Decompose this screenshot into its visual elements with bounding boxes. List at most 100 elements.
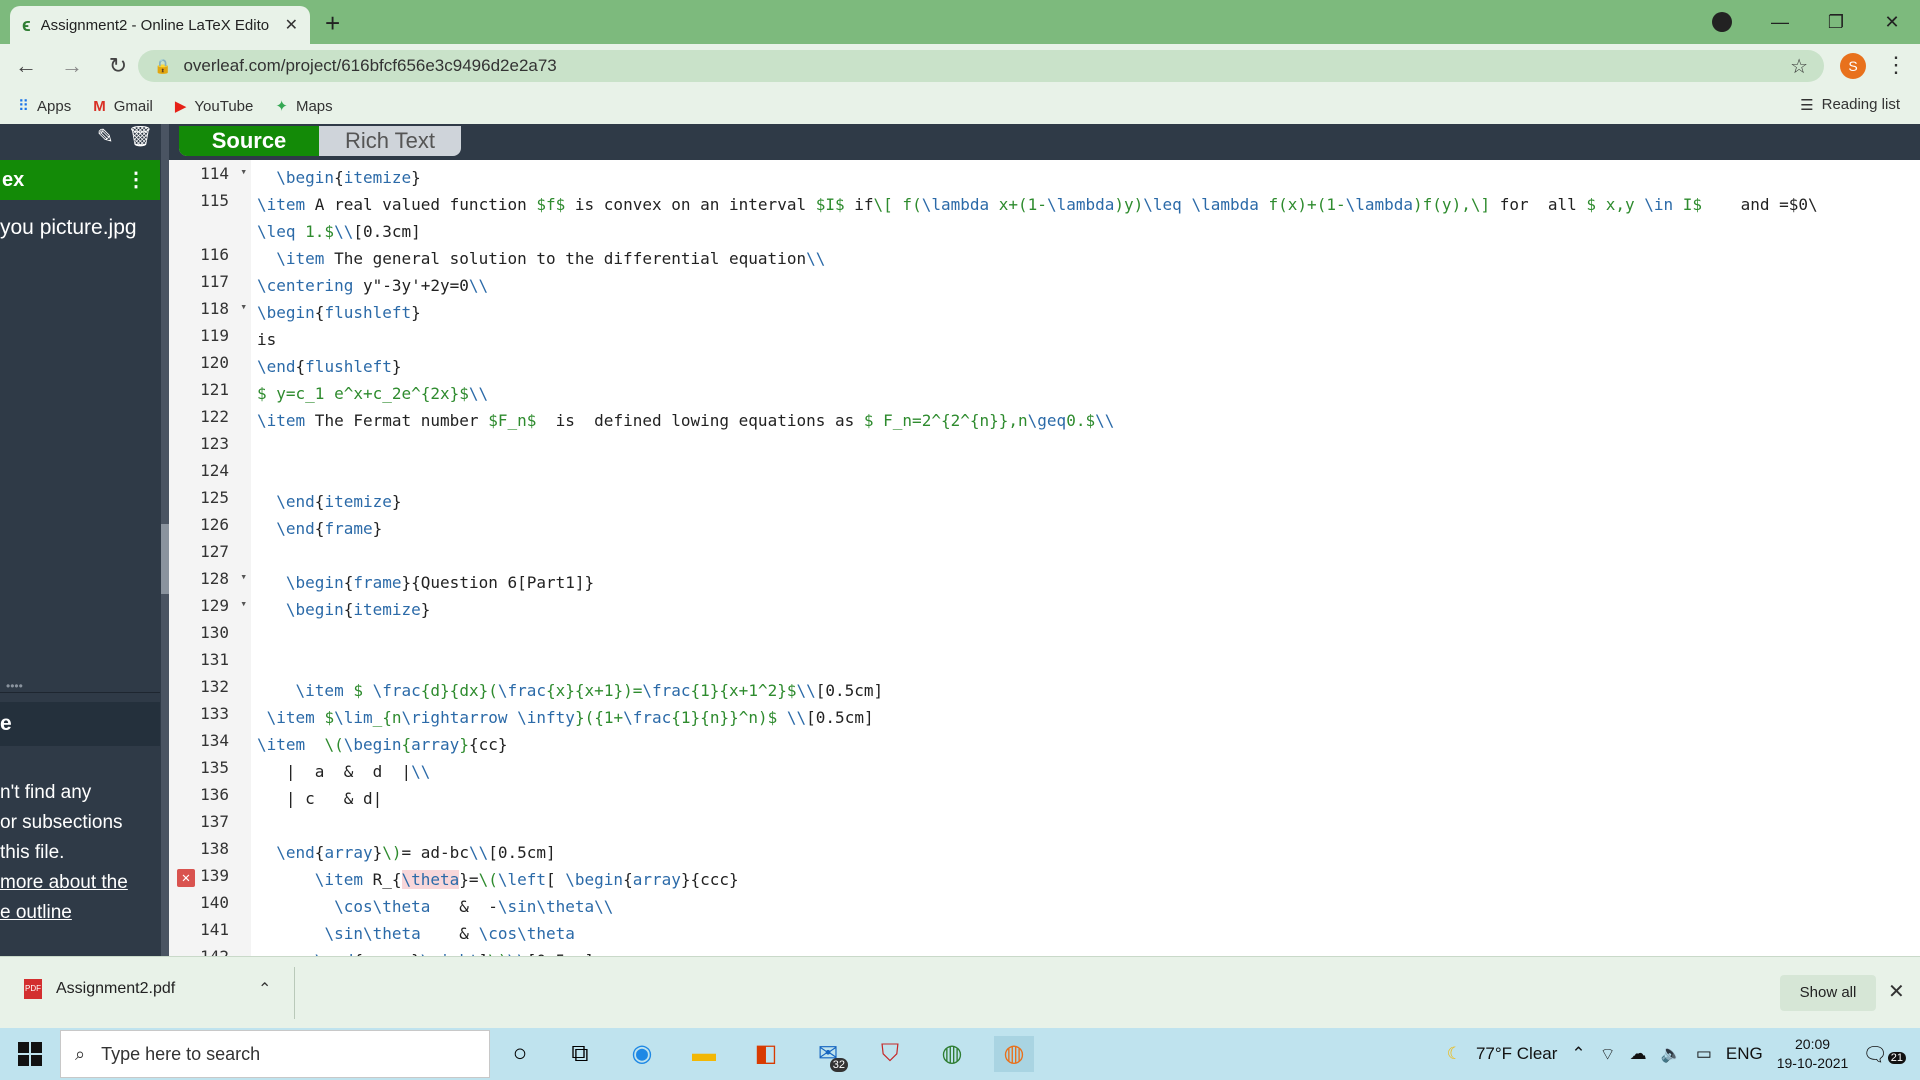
cloud-icon[interactable]: ☁ [1630,1044,1647,1064]
reload-icon[interactable]: ↻ [98,53,138,79]
sidebar-divider[interactable]: •••• [0,679,160,698]
code-line[interactable]: \item R_{\theta}=\(\left[ \begin{array}{… [257,866,739,893]
close-tab-icon[interactable]: ✕ [285,15,298,35]
taskbar-search-box[interactable]: ⌕ Type here to search [60,1030,490,1078]
code-line[interactable]: \sin\theta & \cos\theta [257,920,574,947]
forward-icon[interactable]: → [52,53,92,79]
reading-list-button[interactable]: ☰ Reading list [1800,96,1900,114]
fold-arrow-icon[interactable]: ▾ [240,300,247,313]
battery-icon[interactable]: ▭ [1696,1044,1712,1064]
outline-learn-link[interactable]: e outline [0,898,128,928]
restore-icon[interactable]: ❐ [1808,12,1864,33]
source-mode-button[interactable]: Source [179,126,319,156]
close-download-bar-icon[interactable]: ✕ [1888,979,1905,1004]
chrome-profile-icon[interactable]: ◍ [994,1036,1034,1072]
code-line[interactable]: \begin{frame}{Question 6[Part1]} [257,569,594,596]
bookmark-apps[interactable]: ⠿ Apps [18,97,71,116]
code-line[interactable]: \item The general solution to the differ… [257,245,825,272]
code-line[interactable]: | a & d |\\ [257,758,431,785]
line-number-text: 123 [200,434,229,453]
code-line[interactable]: \item The Fermat number $F_n$ is defined… [257,407,1114,434]
line-number-text: 116 [200,245,229,264]
code-line[interactable]: $ y=c_1 e^x+c_2e^{2x}$\\ [257,380,488,407]
code-line[interactable]: \begin{itemize} [257,596,431,623]
download-item[interactable]: PDF Assignment2.pdf [24,979,175,999]
delete-trash-icon[interactable]: 🗑 [128,124,153,152]
office-icon[interactable]: ◧ [746,1036,786,1072]
chrome-icon[interactable]: ◍ [932,1036,972,1072]
profile-avatar[interactable]: S [1840,53,1866,79]
code-line[interactable]: \end{array}\)= ad-bc\\[0.5cm] [257,839,555,866]
chevron-up-icon[interactable]: ⌃ [1571,1044,1585,1064]
sidebar-splitter[interactable] [161,124,169,956]
bookmark-label: Gmail [113,97,153,115]
code-editor[interactable]: \begin{itemize} \item A real valued funct… [251,160,1920,956]
browser-tab[interactable]: ϵ Assignment2 - Online LaTeX Edito ✕ [10,6,310,44]
outline-header[interactable]: e [0,702,160,746]
apps-grid-icon: ⠿ [18,98,29,115]
fold-arrow-icon[interactable]: ▾ [240,165,247,178]
code-line[interactable]: \end{frame} [257,515,382,542]
error-marker-icon[interactable]: ✕ [177,869,195,887]
outline-learn-link[interactable]: more about the [0,868,128,898]
bookmark-star-icon[interactable]: ☆ [1790,54,1808,79]
chevron-up-icon[interactable]: ⌃ [258,979,271,999]
tab-search-icon[interactable] [1712,12,1732,32]
rich-text-mode-button[interactable]: Rich Text [319,126,461,156]
code-line[interactable]: \leq 1.$\\[0.3cm] [257,218,421,245]
bookmark-youtube[interactable]: ▶ YouTube [175,97,254,116]
line-number: 114 ▾ [169,164,251,191]
bookmark-maps[interactable]: ✦ Maps [275,97,332,116]
minimize-icon[interactable]: — [1752,12,1808,33]
volume-icon[interactable]: 🔈 [1661,1044,1682,1064]
windows-start-icon[interactable] [18,1042,42,1066]
line-number: 118 ▾ [169,299,251,326]
line-number-text: 121 [200,380,229,399]
fold-arrow-icon[interactable]: ▾ [240,597,247,610]
code-line[interactable]: \item $ \frac{d}{dx}(\frac{x}{x+1})=\fra… [257,677,884,704]
show-all-button[interactable]: Show all [1780,975,1876,1011]
code-line[interactable]: \cos\theta & -\sin\theta\\ [257,893,613,920]
mail-icon[interactable]: ✉ 32 [808,1036,848,1072]
fold-arrow-icon[interactable]: ▾ [240,570,247,583]
line-number-text: 136 [200,785,229,804]
code-line[interactable]: is [257,326,276,353]
mcafee-icon[interactable]: ⛉ [870,1036,910,1072]
code-line[interactable]: \end{itemize} [257,488,401,515]
code-line[interactable]: \begin{flushleft} [257,299,421,326]
mail-badge: 32 [829,1058,848,1072]
selected-file-item[interactable]: ex ⋮ [0,160,160,200]
lock-icon: 🔒 [154,57,172,74]
collapse-handle[interactable] [161,524,169,594]
new-tab-button[interactable]: + [325,8,340,39]
file-explorer-icon[interactable]: ▬ [684,1036,724,1072]
rename-pencil-icon[interactable]: ✎ [97,124,114,152]
code-line[interactable]: \centering y"-3y'+2y=0\\ [257,272,488,299]
code-line[interactable]: \begin{itemize} [257,164,421,191]
code-line[interactable]: \end{array}\right]\)\\[0.5cm] [257,947,594,956]
code-line[interactable] [257,623,296,650]
language-indicator[interactable]: ENG [1726,1044,1763,1064]
close-window-icon[interactable]: ✕ [1864,12,1920,33]
file-menu-icon[interactable]: ⋮ [126,160,146,200]
window-controls: — ❐ ✕ [1752,0,1920,44]
edge-icon[interactable]: ◉ [622,1036,662,1072]
code-line[interactable]: \item A real valued function $f$ is conv… [257,191,1818,218]
file-item-picture[interactable]: you picture.jpg [0,216,137,240]
task-view-icon[interactable]: ⧉ [560,1036,600,1072]
network-icon[interactable]: ⌔ [1600,1044,1616,1065]
address-bar[interactable]: 🔒 overleaf.com/project/616bfcf656e3c9496… [138,50,1824,82]
code-line[interactable]: \end{flushleft} [257,353,402,380]
cortana-icon[interactable]: ○ [500,1036,540,1072]
back-icon[interactable]: ← [6,53,46,79]
bookmark-gmail[interactable]: M Gmail [93,98,153,115]
weather-text[interactable]: 77°F Clear [1476,1044,1557,1064]
sidebar-toolbar: ✎ 🗑 [0,124,165,152]
line-number: 120 [169,353,251,380]
code-line[interactable]: \item $\lim_{n\rightarrow \infty}({1+\fr… [257,704,874,731]
code-line[interactable]: | c & d| [257,785,382,812]
notification-icon[interactable]: 🗨 21 [1862,1042,1906,1067]
browser-menu-icon[interactable]: ⋮ [1885,52,1907,78]
code-line[interactable]: \item \(\begin{array}{cc} [257,731,507,758]
clock[interactable]: 20:09 19-10-2021 [1777,1035,1849,1073]
